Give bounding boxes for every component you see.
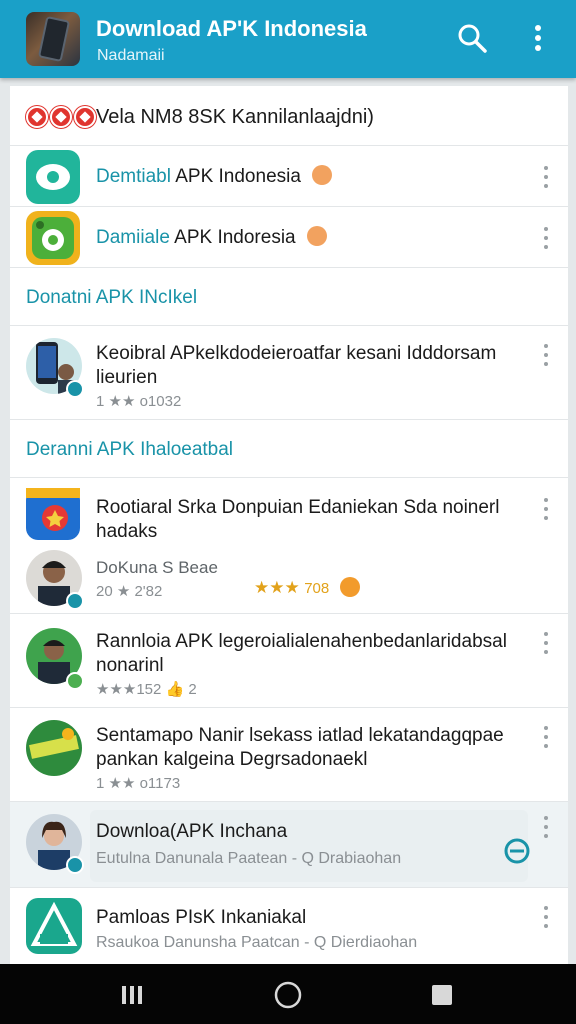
app-prefix: Damiiale [96, 227, 170, 248]
emoji-icon [306, 225, 327, 246]
app-row[interactable]: Demtiabl APK Indonesia [10, 146, 568, 207]
recents-icon [122, 986, 142, 1004]
post-meta: 1 ★★ o1032 [96, 393, 182, 410]
row-menu-button[interactable] [540, 906, 552, 928]
app-title: Download AP'K Indonesia [96, 16, 367, 41]
post-subtitle: Eutulna Danunala Paatean - Q Drabiaohan [96, 850, 402, 867]
post-title: Rannloia APK legeroialialenahenbedanlari… [96, 631, 507, 676]
verified-badge-icon [66, 672, 84, 690]
section-header: Donatni APK INcIkel [10, 268, 568, 326]
system-nav-bar [0, 964, 576, 1024]
post-row[interactable]: Keoibral APkelkdodeieroatfar kesani Iddd… [10, 326, 568, 420]
share-button[interactable] [504, 838, 530, 864]
post-meta: 1 ★★ o1173 [96, 775, 181, 792]
row-menu-button[interactable] [540, 344, 552, 366]
row-menu-button[interactable] [540, 632, 552, 654]
rating-value: 708 [304, 580, 330, 597]
more-vert-icon [535, 25, 541, 51]
app-subtitle: Nadamaii [97, 47, 165, 64]
notification-badges-icon [26, 106, 96, 128]
section-title: Deranni APK Ihaloeatbal [26, 439, 234, 460]
home-button[interactable] [271, 978, 305, 1012]
post-row[interactable]: Pamloas PIsK Inkaniakal Rsaukoa Danunsha… [10, 888, 568, 966]
overview-square-icon [432, 985, 452, 1005]
app-bar: Download AP'K Indonesia Nadamaii [0, 0, 576, 78]
author-name: DoKuna S Beae [96, 558, 218, 577]
chat-app-icon [26, 150, 80, 204]
content-list: Vela ΝΜ8 8SK Kannilanlaajdni) Demtiabl A… [10, 86, 568, 966]
row-menu-button[interactable] [540, 816, 552, 838]
rating-stars: ★★★ [254, 578, 300, 597]
row-menu-button[interactable] [540, 227, 552, 249]
post-subtitle: Rsaukoa Danunsha Paatcan - Q Dierdiaohan [96, 934, 418, 951]
post-row[interactable]: Rootiaral Srka Donpuian Edaniekan Sda no… [10, 478, 568, 614]
emoji-icon [339, 576, 360, 597]
verified-badge-icon [66, 380, 84, 398]
row-menu-button[interactable] [540, 726, 552, 748]
post-meta: ★★★152 [96, 681, 162, 698]
app-name: APK Indonesia [175, 166, 301, 187]
post-title: Rootiaral Srka Donpuian Edaniekan Sda no… [96, 497, 500, 542]
post-row[interactable]: Sentamapo Nanir lsekass iatlad lekatanda… [10, 708, 568, 802]
app-prefix: Demtiabl [96, 166, 171, 187]
recents-button[interactable] [115, 978, 149, 1012]
verified-badge-icon [66, 592, 84, 610]
post-meta: 20 ★ 2'82 [96, 583, 163, 600]
row-menu-button[interactable] [540, 498, 552, 520]
search-button[interactable] [452, 18, 492, 58]
game-app-icon [26, 211, 80, 265]
post-title: Pamloas PIsK Inkaniakal [96, 907, 307, 928]
row-menu-button[interactable] [540, 166, 552, 188]
app-logo [26, 12, 80, 66]
search-icon [458, 24, 487, 53]
more-options-button[interactable] [518, 18, 558, 58]
app-name: APK Indoresia [174, 227, 296, 248]
overview-button[interactable] [425, 978, 459, 1012]
emoji-icon [312, 164, 333, 185]
verified-badge-icon [66, 856, 84, 874]
post-title: Sentamapo Nanir lsekass iatlad lekatanda… [96, 725, 504, 770]
post-title: Keoibral APkelkdodeieroatfar kesani Iddd… [96, 343, 497, 388]
post-row[interactable]: Rannloia APK legeroialialenahenbedanlari… [10, 614, 568, 708]
section-title: Donatni APK INcIkel [26, 287, 198, 308]
thumbs-up-icon: 👍 [165, 681, 185, 698]
notification-row[interactable]: Vela ΝΜ8 8SK Kannilanlaajdni) [10, 86, 568, 146]
post-title: Downloa(APK Inchana [96, 821, 288, 842]
section-header: Deranni APK Ihaloeatbal [10, 420, 568, 478]
map-app-icon [26, 488, 80, 540]
apk-app-icon [26, 898, 82, 954]
home-icon [274, 981, 302, 1009]
app-row[interactable]: Damiiale APK Indoresia [10, 207, 568, 268]
post-row-selected[interactable]: Downloa(APK Inchana Eutulna Danunala Paa… [10, 802, 568, 888]
notification-text: Vela ΝΜ8 8SK Kannilanlaajdni) [96, 106, 374, 128]
send-icon [504, 838, 530, 864]
avatar [26, 720, 82, 776]
like-count: 2 [188, 681, 197, 698]
